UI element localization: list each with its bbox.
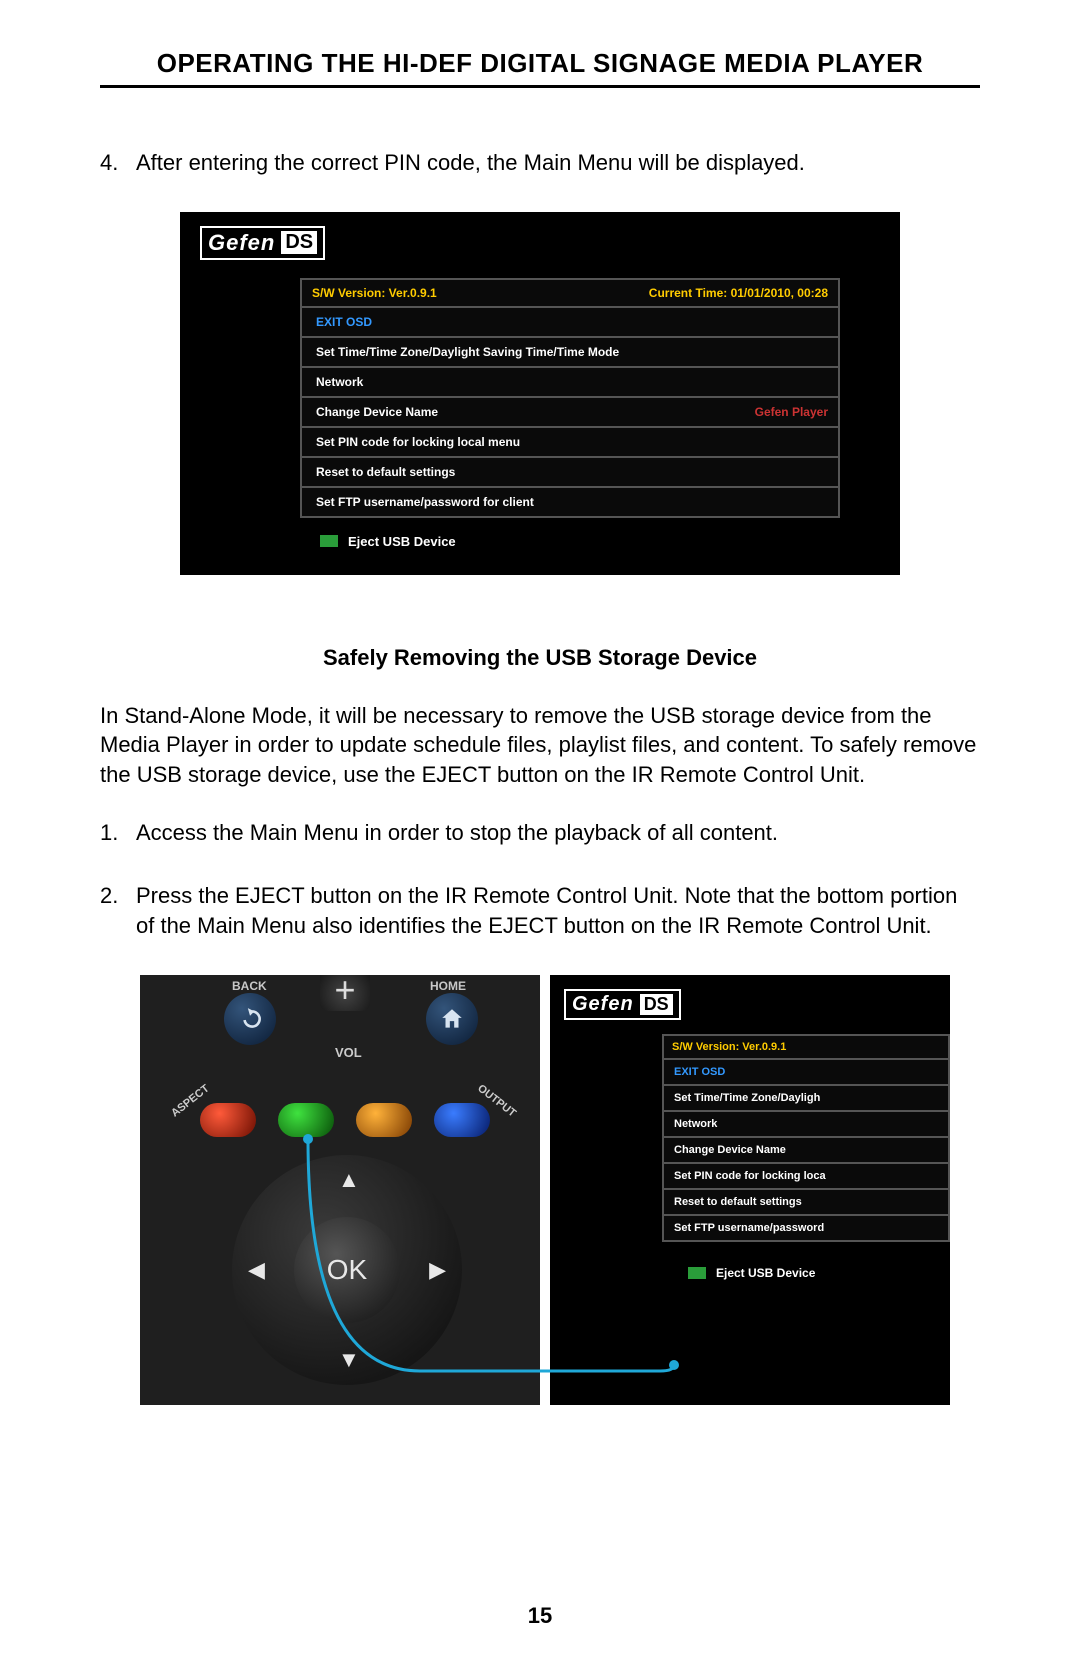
menu-item-set-pin: Set PIN code for locking loca [674,1170,826,1182]
sw-version: S/W Version: Ver.0.9.1 [672,1041,786,1053]
home-button [426,993,478,1045]
green-button-icon [688,1267,706,1279]
menu-item-network: Network [674,1118,717,1130]
mini-menu-screenshot: Gefen DS S/W Version: Ver.0.9.1 EXIT OSD… [550,975,950,1405]
main-menu-screenshot: Gefen DS S/W Version: Ver.0.9.1 Current … [180,212,900,575]
dpad-left-icon: ◀ [248,1257,265,1283]
logo-ds: DS [281,231,317,254]
eject-hint-label: Eject USB Device [348,534,456,549]
eject-hint: Eject USB Device [688,1266,950,1280]
step-2: 2. Press the EJECT button on the IR Remo… [100,881,980,940]
home-label: HOME [430,979,466,993]
gefen-logo: Gefen DS [564,989,681,1020]
sw-version: S/W Version: Ver.0.9.1 [312,286,437,300]
menu-item-set-time: Set Time/Time Zone/Dayligh [674,1092,820,1104]
menu-row: EXIT OSD [664,1060,948,1086]
menu-row: Set Time/Time Zone/Daylight Saving Time/… [302,338,838,368]
volume-plus-button: + [320,975,370,1011]
logo-brand: Gefen [572,993,634,1016]
dpad-down-icon: ▼ [338,1347,360,1373]
menu-row: Reset to default settings [664,1190,948,1216]
ok-button: OK [294,1217,400,1323]
menu-item-reset: Reset to default settings [674,1196,802,1208]
menu-row: Network [664,1112,948,1138]
menu-item-device-name-value: Gefen Player [755,405,828,419]
eject-hint-label: Eject USB Device [716,1266,815,1280]
menu-item-set-ftp: Set FTP username/password [674,1222,824,1234]
home-icon [439,1006,465,1032]
menu-header: S/W Version: Ver.0.9.1 Current Time: 01/… [302,280,838,308]
menu-item-set-time: Set Time/Time Zone/Daylight Saving Time/… [316,345,619,359]
logo-ds: DS [640,994,673,1015]
menu-row: Change Device Name Gefen Player [302,398,838,428]
menu-row: Reset to default settings [302,458,838,488]
main-menu-panel: S/W Version: Ver.0.9.1 Current Time: 01/… [300,278,840,518]
step-number: 2. [100,881,136,940]
bottom-figure: + BACK HOME VOL ASPECT OUTPUT ▲ ▼ [140,975,980,1405]
back-icon [237,1006,263,1032]
menu-row: Set FTP username/password [664,1216,948,1240]
dpad-right-icon: ▶ [429,1257,446,1283]
dpad-up-icon: ▲ [338,1167,360,1193]
remote-control: + BACK HOME VOL ASPECT OUTPUT ▲ ▼ [140,975,540,1405]
paragraph: In Stand-Alone Mode, it will be necessar… [100,701,980,790]
step-1: 1. Access the Main Menu in order to stop… [100,818,980,848]
logo-brand: Gefen [208,230,275,256]
orange-button [356,1103,412,1137]
dpad: ▲ ▼ ◀ ▶ OK [232,1155,462,1385]
green-button-icon [320,535,338,547]
step-4: 4. After entering the correct PIN code, … [100,148,980,178]
step-text: After entering the correct PIN code, the… [136,148,980,178]
menu-row: Set PIN code for locking loca [664,1164,948,1190]
step-number: 4. [100,148,136,178]
gefen-logo: Gefen DS [200,226,325,260]
eject-hint: Eject USB Device [320,534,880,549]
menu-row: Set Time/Time Zone/Dayligh [664,1086,948,1112]
menu-row: Network [302,368,838,398]
menu-item-reset: Reset to default settings [316,465,455,479]
mini-menu-panel: S/W Version: Ver.0.9.1 EXIT OSD Set Time… [662,1034,950,1242]
menu-item-network: Network [316,375,363,389]
back-label: BACK [232,979,267,993]
menu-header: S/W Version: Ver.0.9.1 [664,1036,948,1060]
green-eject-button [278,1103,334,1137]
menu-item-change-device-name: Change Device Name [674,1144,786,1156]
step-text: Press the EJECT button on the IR Remote … [136,881,980,940]
current-time: Current Time: 01/01/2010, 00:28 [649,286,828,300]
blue-button [434,1103,490,1137]
step-text: Access the Main Menu in order to stop th… [136,818,980,848]
menu-item-exit-osd: EXIT OSD [674,1066,725,1078]
menu-row: EXIT OSD [302,308,838,338]
page-title: OPERATING THE HI-DEF DIGITAL SIGNAGE MED… [100,48,980,88]
menu-item-exit-osd: EXIT OSD [316,315,372,329]
color-buttons-row [200,1103,490,1137]
page-number: 15 [0,1603,1080,1629]
menu-row: Change Device Name [664,1138,948,1164]
section-heading: Safely Removing the USB Storage Device [100,645,980,671]
menu-item-change-device-name: Change Device Name [316,405,438,419]
vol-label: VOL [335,1045,362,1060]
red-button [200,1103,256,1137]
step-number: 1. [100,818,136,848]
back-button [224,993,276,1045]
menu-item-set-ftp: Set FTP username/password for client [316,495,534,509]
menu-item-set-pin: Set PIN code for locking local menu [316,435,520,449]
menu-row: Set PIN code for locking local menu [302,428,838,458]
menu-row: Set FTP username/password for client [302,488,838,516]
